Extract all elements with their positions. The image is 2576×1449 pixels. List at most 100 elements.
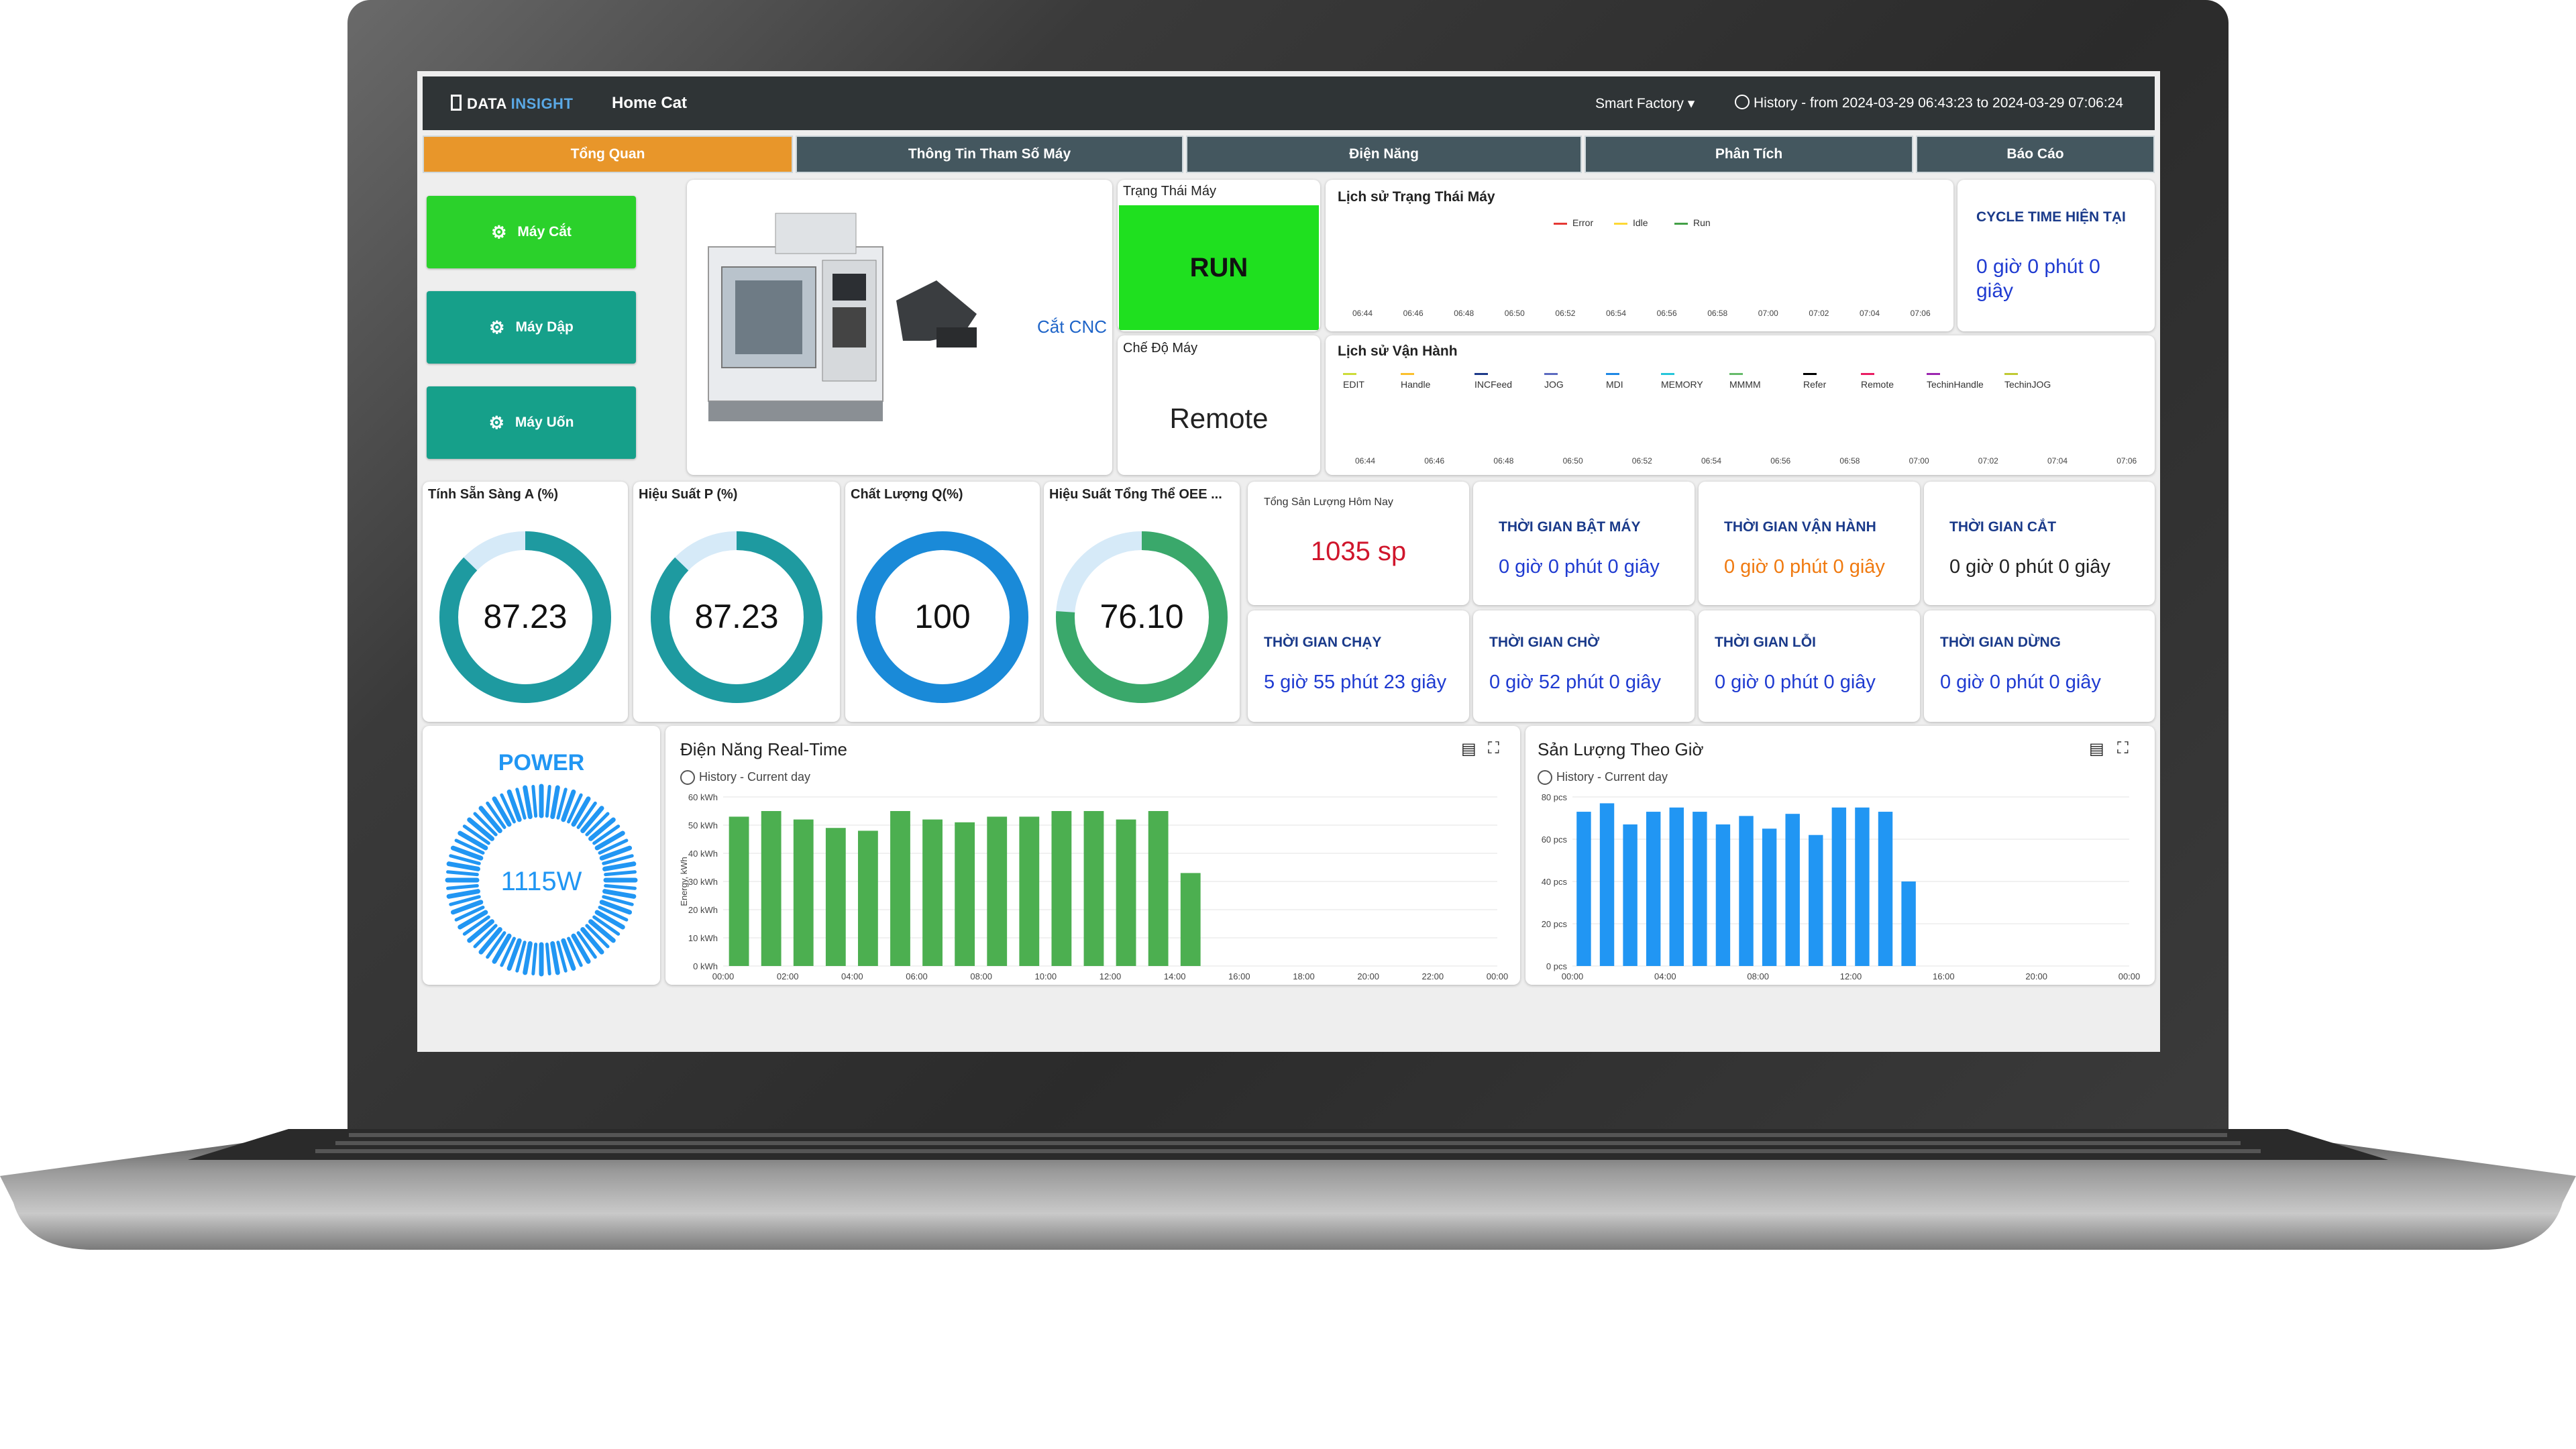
laptop-base: [0, 1129, 2576, 1250]
legend-label: MEMORY: [1661, 379, 1703, 390]
machine-status-card: Trạng Thái Máy RUN: [1118, 180, 1320, 331]
fullscreen-icon[interactable]: ⛶: [1488, 739, 1499, 758]
time-card: THỜI GIAN LỖI 0 giờ 0 phút 0 giây: [1699, 610, 1920, 722]
time-card: THỜI GIAN CHẠY 5 giờ 55 phút 23 giây: [1248, 610, 1469, 722]
bar: [1785, 814, 1800, 966]
axis-tick: 06:56: [1770, 456, 1791, 466]
legend-item: MEMORY: [1661, 373, 1703, 390]
x-tick-label: 04:00: [841, 971, 863, 981]
dial-tick: [523, 941, 533, 975]
time-title: THỜI GIAN DỪNG: [1940, 635, 2061, 650]
machine-button-dap[interactable]: ⚙ Máy Dập: [427, 291, 636, 364]
machine-button-uon[interactable]: ⚙ Máy Uốn: [427, 386, 636, 459]
axis-tick: 06:56: [1656, 309, 1677, 318]
axis-tick: 07:00: [1909, 456, 1929, 466]
x-tick-label: 06:00: [906, 971, 928, 981]
logo-text: DATA: [467, 95, 507, 112]
machine-label: Máy Dập: [515, 319, 574, 335]
download-icon[interactable]: ▤: [2089, 739, 2104, 759]
time-value: 0 giờ 0 phút 0 giây: [1715, 672, 1876, 693]
tab-bao-cao[interactable]: Báo Cáo: [1916, 136, 2155, 173]
axis-tick: 06:50: [1504, 309, 1525, 318]
x-tick-label: 18:00: [1293, 971, 1315, 981]
factory-selector[interactable]: Smart Factory ▾: [1595, 95, 1695, 112]
app-logo[interactable]: DATA INSIGHT: [451, 95, 573, 113]
tab-thong-tin[interactable]: Thông Tin Tham Số Máy: [796, 136, 1183, 173]
axis-tick: 07:06: [2116, 456, 2137, 466]
time-value: 5 giờ 55 phút 23 giây: [1264, 672, 1447, 693]
y-tick-label: 40 pcs: [1542, 877, 1568, 887]
legend-label: Run: [1693, 217, 1711, 228]
tab-dien-nang[interactable]: Điện Năng: [1186, 136, 1582, 173]
tab-label: Điện Năng: [1349, 146, 1419, 162]
bar: [987, 816, 1008, 966]
time-card: THỜI GIAN CẮT 0 giờ 0 phút 0 giây: [1924, 482, 2155, 605]
bar: [1669, 807, 1684, 966]
axis-tick: 06:50: [1562, 456, 1583, 466]
x-tick-label: 14:00: [1164, 971, 1186, 981]
machine-label: Máy Uốn: [515, 415, 574, 430]
legend-swatch: [1474, 373, 1488, 375]
bar: [1901, 881, 1916, 966]
dial-tick: [523, 785, 533, 819]
x-tick-label: 08:00: [1747, 971, 1769, 981]
axis-tick: 06:54: [1606, 309, 1627, 318]
bar: [1576, 812, 1591, 966]
tab-phan-tich[interactable]: Phân Tích: [1585, 136, 1913, 173]
axis-tick: 06:46: [1403, 309, 1424, 318]
x-tick-label: 22:00: [1422, 971, 1444, 981]
x-tick-label: 08:00: [970, 971, 992, 981]
axis-tick: 06:58: [1707, 309, 1728, 318]
y-tick-label: 50 kWh: [688, 820, 718, 830]
bar: [857, 830, 878, 966]
output-today-value: 1035 sp: [1310, 537, 1407, 566]
operation-history-title: Lịch sử Vận Hành: [1338, 343, 1458, 359]
y-axis-label: Energy, kWh: [679, 857, 689, 906]
logo-icon: [451, 95, 462, 111]
legend-item: Refer: [1803, 373, 1826, 390]
legend-label: Idle: [1633, 217, 1648, 228]
x-tick-label: 10:00: [1035, 971, 1057, 981]
dial-tick: [545, 785, 551, 818]
x-tick-label: 20:00: [1357, 971, 1379, 981]
machine-button-cat[interactable]: ⚙ Máy Cắt: [427, 196, 636, 268]
tab-label: Báo Cáo: [2006, 146, 2064, 162]
gauge-value: 100: [914, 598, 971, 635]
axis-tick: 07:04: [1860, 309, 1880, 318]
robot-arm-icon: ⚙: [488, 412, 504, 433]
bar: [890, 811, 910, 966]
axis-tick: 06:44: [1355, 456, 1376, 466]
gauge-card: Hiệu Suất P (%) 87.23: [633, 482, 840, 722]
time-card: THỜI GIAN CHỜ 0 giờ 52 phút 0 giây: [1473, 610, 1695, 722]
axis-tick: 06:48: [1493, 456, 1514, 466]
bar: [729, 816, 749, 966]
legend-swatch: [1861, 373, 1874, 375]
time-title: THỜI GIAN CẮT: [1949, 519, 2057, 535]
legend-label: Handle: [1401, 379, 1431, 390]
legend-swatch: [1614, 222, 1627, 225]
bar: [1831, 807, 1847, 966]
dial-tick: [550, 785, 560, 819]
bar: [1051, 811, 1072, 966]
bar: [761, 811, 782, 966]
time-title: THỜI GIAN CHẠY: [1264, 635, 1382, 650]
dashboard-screen: DATA INSIGHT Home Cat Smart Factory ▾ Hi…: [417, 71, 2160, 1052]
legend-item: Error: [1554, 217, 1593, 228]
bar: [1599, 803, 1615, 966]
bar: [922, 819, 943, 966]
bar: [1019, 816, 1040, 966]
gauge-value: 76.10: [1099, 598, 1184, 635]
legend-label: MDI: [1606, 379, 1623, 390]
tab-tong-quan[interactable]: Tổng Quan: [423, 136, 793, 173]
x-tick-label: 16:00: [1228, 971, 1250, 981]
fullscreen-icon[interactable]: ⛶: [2117, 739, 2129, 758]
machine-name: Cắt CNC: [1037, 317, 1108, 337]
history-range[interactable]: History - from 2024-03-29 06:43:23 to 20…: [1735, 95, 2123, 111]
download-icon[interactable]: ▤: [1461, 739, 1477, 759]
gauge-card: Chất Lượng Q(%) 100: [845, 482, 1040, 722]
legend-swatch: [1544, 373, 1558, 375]
bar: [1083, 811, 1104, 966]
bar: [1809, 835, 1823, 966]
output-chart-subtitle: History - Current day: [1538, 770, 1668, 786]
bar: [1623, 824, 1638, 966]
